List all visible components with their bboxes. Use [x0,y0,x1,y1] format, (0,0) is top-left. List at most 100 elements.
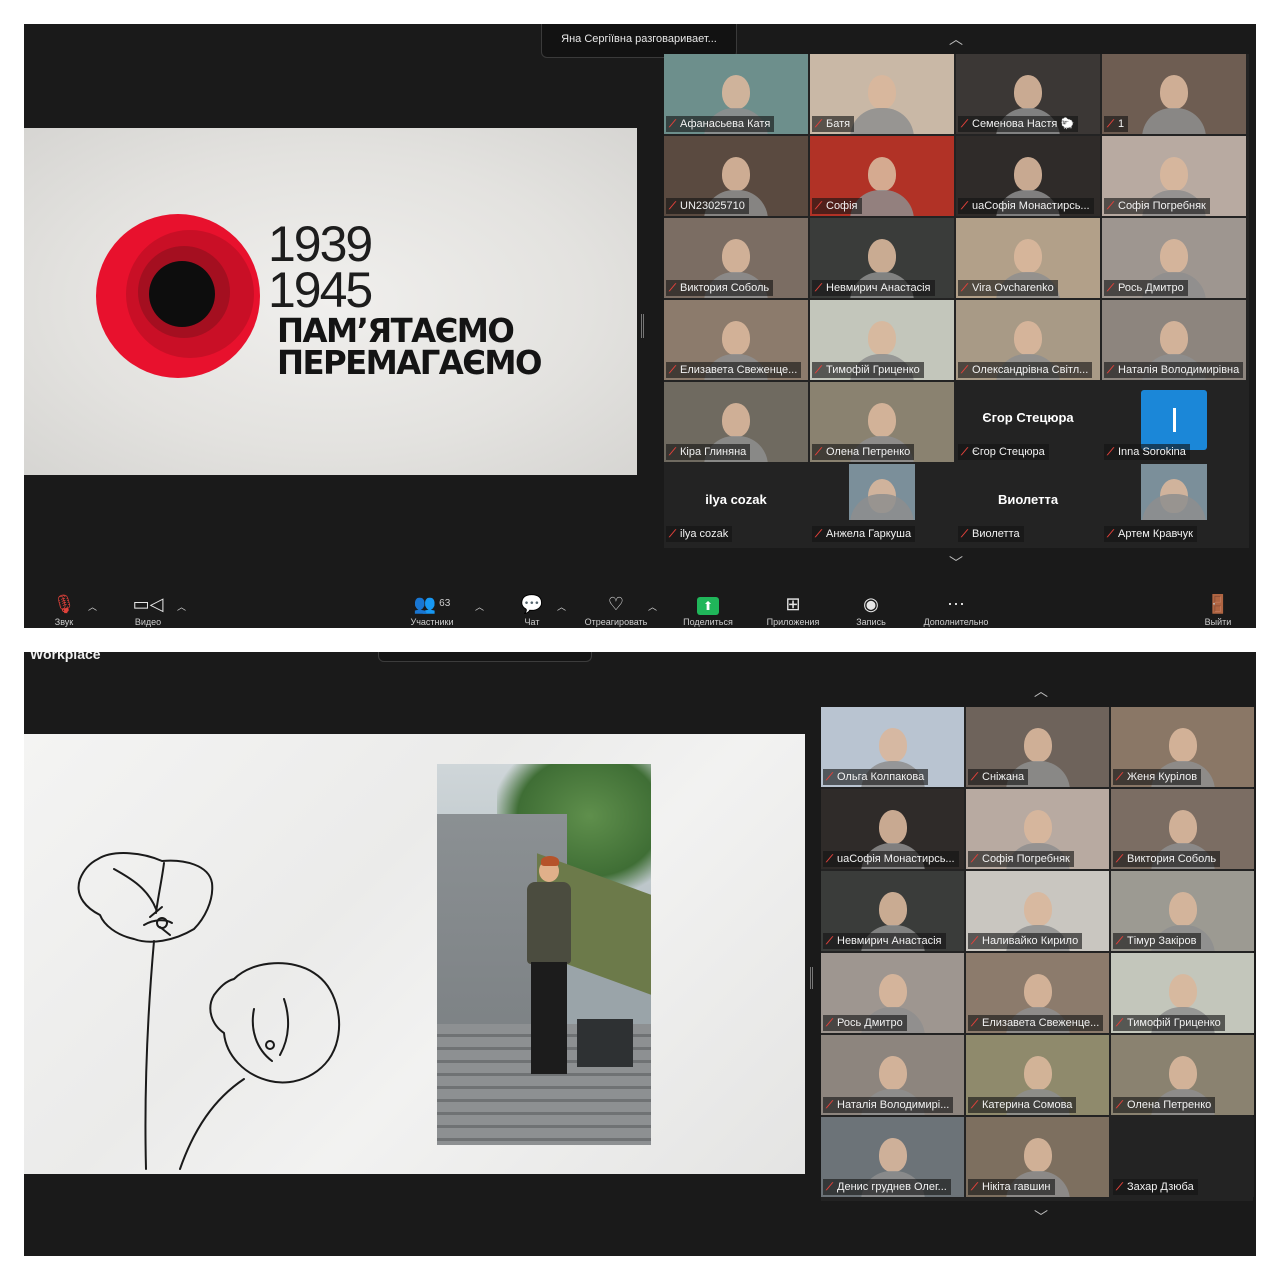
participant-tile[interactable]: ⟋ Софія Погребняк [1102,136,1246,216]
participants-button[interactable]: 👥 63 Участники [400,594,464,627]
participant-name-label: ⟋ Семенова Настя 🐑 [958,116,1079,132]
participant-tile[interactable]: ⟋ uaСофія Монастирсь... [956,136,1100,216]
participant-tile[interactable]: ⟋ Олена Петренко [810,382,954,462]
mic-muted-icon: ⟋ [669,365,676,376]
participant-tile[interactable]: ⟋ Невмирич Анастасія [821,871,964,951]
participant-tile[interactable]: ⟋ Олена Петренко [1111,1035,1254,1115]
participant-tile[interactable]: ⟋ Ольга Колпакова [821,707,964,787]
participant-face [1160,74,1188,109]
participant-tile[interactable]: ⟋ Денис груднев Олег... [821,1117,964,1197]
participant-name-label: ⟋ Виолетта [958,526,1024,542]
participant-tile[interactable]: ⟋ Невмирич Анастасія [810,218,954,298]
participant-name-label: ⟋ Рось Дмитро [823,1015,907,1031]
participant-tile[interactable]: ⟋ Сніжана [966,707,1109,787]
participant-name: Виолетта [972,528,1020,540]
mic-muted-icon: ⟋ [669,447,676,458]
participant-tile[interactable]: ⟋ Елизавета Свеженце... [664,300,808,380]
mic-muted-icon: ⟋ [1107,529,1114,540]
share-button[interactable]: ⬆ Поделиться [672,594,744,627]
participant-tile[interactable]: ⟋ Афанасьева Катя [664,54,808,134]
participant-face [878,973,907,1008]
audio-options-chevron-icon[interactable]: ︿ [88,600,97,613]
share-screen-icon: ⬆ [697,597,719,615]
participant-tile[interactable]: ⟋ Тимофій Гриценко [810,300,954,380]
react-options-chevron-icon[interactable]: ︿ [648,600,657,613]
mic-muted-icon: ⟋ [971,1018,978,1029]
participant-tile[interactable]: ⟋ Олександрівна Світл... [956,300,1100,380]
participant-face [722,402,750,437]
participant-tile[interactable]: ⟋ Vira Ovcharenko [956,218,1100,298]
participant-tile[interactable]: ⟋ Кіра Глиняна [664,382,808,462]
participant-name: Рось Дмитро [837,1017,903,1029]
chat-button[interactable]: 💬 Чат [512,594,552,627]
mic-muted-icon: ⟋ [815,119,822,130]
mic-muted-icon: ⟋ [815,365,822,376]
audio-button[interactable]: 🎙 Звук [44,594,84,627]
participant-tile[interactable]: ⟋ Виктория Соболь [1111,789,1254,869]
participant-tile[interactable]: ⟋ Наталія Володимирівна [1102,300,1246,380]
participant-tile[interactable]: ⟋ 1 [1102,54,1246,134]
leave-button[interactable]: 🚪 Выйти [1198,594,1238,627]
participant-name: uaСофія Монастирсь... [972,200,1090,212]
participant-name: Кіра Глиняна [680,446,747,458]
participant-tile[interactable]: Виолетта ⟋ Виолетта [956,464,1100,544]
participant-tile[interactable]: ⟋ Inna Sorokina [1102,382,1246,462]
participant-name: uaСофія Монастирсь... [837,853,955,865]
participant-tile[interactable]: ⟋ Рось Дмитро [821,953,964,1033]
meeting-toolbar [24,1242,1256,1256]
participant-face [868,320,896,355]
participant-name-label: ⟋ Наливайко Кирило [968,933,1083,949]
mic-muted-icon: ⟋ [1107,201,1114,212]
mic-muted-icon: ⟋ [971,854,978,865]
participant-tile[interactable]: ⟋ Тимофій Гриценко [1111,953,1254,1033]
participant-name: Виктория Соболь [1127,853,1217,865]
participant-tile[interactable]: ⟋ Наталія Володимирі... [821,1035,964,1115]
record-button[interactable]: ◉ Запись [846,594,896,627]
participant-tile[interactable]: ilya cozak ⟋ ilya cozak [664,464,808,544]
grid-scroll-up-icon[interactable]: ︿ [1031,684,1051,698]
video-options-chevron-icon[interactable]: ︿ [177,600,186,613]
participant-tile[interactable]: ⟋ Женя Курілов [1111,707,1254,787]
apps-button[interactable]: ⊞ Приложения [756,594,830,627]
split-resize-handle[interactable] [641,314,644,338]
split-resize-handle[interactable] [810,967,813,989]
participant-tile[interactable]: ⟋ Елизавета Свеженце... [966,953,1109,1033]
grid-scroll-down-icon[interactable]: ﹀ [1031,1210,1051,1224]
participant-tile[interactable]: Єгор Стецюра ⟋ Єгор Стецюра [956,382,1100,462]
more-button[interactable]: ⋯ Дополнительно [912,594,1000,627]
mic-muted-icon: ⟋ [1116,1018,1123,1029]
participant-face [1168,891,1197,926]
react-button[interactable]: ♡ Отреагировать [576,594,656,627]
video-button[interactable]: ▭◁ Видео [126,594,170,627]
participant-tile[interactable]: ⟋ Софія [810,136,954,216]
participant-name-label: ⟋ Артем Кравчук [1104,526,1197,542]
participant-tile[interactable]: ⟋ Семенова Настя 🐑 [956,54,1100,134]
participant-face [868,238,896,273]
participant-face [722,238,750,273]
participant-tile[interactable]: ⟋ Захар Дзюба [1111,1117,1254,1197]
participant-tile[interactable]: ⟋ Батя [810,54,954,134]
participant-tile[interactable]: ⟋ Рось Дмитро [1102,218,1246,298]
microphone-muted-icon: 🎙 [52,594,76,614]
participant-tile[interactable]: ⟋ Анжела Гаркуша [810,464,954,544]
poppy-line-drawing-icon [77,852,340,1170]
participant-tile[interactable]: ⟋ Софія Погребняк [966,789,1109,869]
grid-scroll-up-icon[interactable]: ︿ [946,32,966,46]
chat-options-chevron-icon[interactable]: ︿ [557,600,566,613]
participant-name: Олена Петренко [1127,1099,1212,1111]
participant-tile[interactable]: ⟋ Катерина Сомова [966,1035,1109,1115]
participants-options-chevron-icon[interactable]: ︿ [475,600,484,613]
mic-muted-icon: ⟋ [1116,1100,1123,1111]
participant-tile[interactable]: ⟋ uaСофія Монастирсь... [821,789,964,869]
grid-scroll-down-icon[interactable]: ﹀ [946,556,966,570]
participant-tile[interactable]: ⟋ Тімур Закіров [1111,871,1254,951]
shared-screen-slide: 1939 1945 ПАМ’ЯТАЄМО ПЕРЕМАГАЄМО [24,128,637,475]
participant-tile[interactable]: ⟋ Нікіта гавшин [966,1117,1109,1197]
participant-tile[interactable]: ⟋ UN23025710 [664,136,808,216]
participant-name-label: ⟋ Наталія Володимирівна [1104,362,1244,378]
participant-face [1160,156,1188,191]
participant-tile[interactable]: ⟋ Артем Кравчук [1102,464,1246,544]
participant-name: Елизавета Свеженце... [680,364,798,376]
participant-tile[interactable]: ⟋ Наливайко Кирило [966,871,1109,951]
participant-tile[interactable]: ⟋ Виктория Соболь [664,218,808,298]
